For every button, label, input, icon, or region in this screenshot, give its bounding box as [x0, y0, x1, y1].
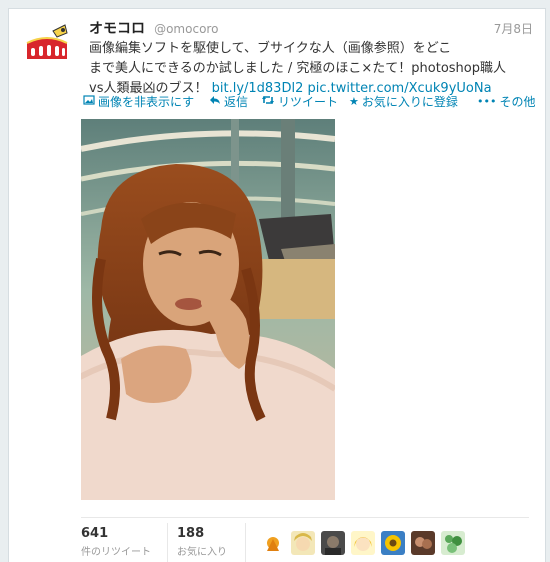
- hide-image-action[interactable]: 画像を非表示にす: [83, 94, 194, 110]
- favorite-label: お気に入りに登録: [361, 95, 458, 109]
- image-icon: [83, 94, 95, 111]
- retweet-count-label: 件のリツイート: [81, 547, 151, 558]
- stats-divider: [81, 517, 529, 518]
- photo-image: [81, 119, 335, 500]
- retweet-count: 641: [81, 526, 109, 541]
- favorite-count: 188: [177, 526, 205, 541]
- tweet-text: 画像編集ソフトを駆使して、ブサイクな人（画像参照）をどこ まで美人にできるのか試…: [89, 39, 534, 99]
- tweet-header: オモコロ @omocoro 7月8日: [89, 18, 533, 38]
- favoriter-avatar[interactable]: [261, 531, 285, 555]
- ellipsis-icon: •••: [477, 95, 497, 108]
- favoriter-avatar[interactable]: [321, 531, 345, 555]
- tweet-card: オモコロ @omocoro 7月8日 画像編集ソフトを駆使して、ブサイクな人（画…: [8, 8, 546, 562]
- tweet-text-line: まで美人にできるのか試しました / 究極のほこ×たて！photoshop職人: [89, 61, 506, 76]
- user-handle[interactable]: @omocoro: [154, 22, 218, 36]
- favoriter-avatar[interactable]: [411, 531, 435, 555]
- favorite-action[interactable]: ★ お気に入りに登録: [349, 94, 458, 110]
- display-name[interactable]: オモコロ: [89, 21, 145, 37]
- tweet-date[interactable]: 7月8日: [494, 20, 533, 37]
- reply-arrow-icon: [209, 94, 221, 111]
- retweet-action[interactable]: リツイート: [261, 94, 338, 110]
- retweet-icon: [261, 94, 275, 111]
- stat-separator: [245, 523, 246, 562]
- star-icon: ★: [349, 95, 359, 108]
- tweet-photo[interactable]: [81, 119, 335, 500]
- reply-action[interactable]: 返信: [209, 94, 248, 110]
- colosseum-logo-icon: [23, 21, 71, 69]
- favoriter-avatar[interactable]: [291, 531, 315, 555]
- retweet-stat[interactable]: 641 件のリツイート: [81, 526, 151, 558]
- favorite-stat[interactable]: 188 お気に入り: [177, 526, 227, 558]
- favoriter-avatar[interactable]: [381, 531, 405, 555]
- favorite-count-label: お気に入り: [177, 547, 227, 558]
- favoriter-avatar[interactable]: [441, 531, 465, 555]
- favoriter-avatar[interactable]: [351, 531, 375, 555]
- avatar[interactable]: [23, 21, 71, 69]
- more-label: その他: [499, 95, 536, 109]
- tweet-text-line: 画像編集ソフトを駆使して、ブサイクな人（画像参照）をどこ: [89, 41, 452, 56]
- more-action[interactable]: ••• その他: [477, 94, 535, 110]
- stat-separator: [167, 523, 168, 562]
- reply-label: 返信: [224, 95, 249, 109]
- hide-image-label: 画像を非表示にす: [98, 95, 195, 109]
- retweet-label: リツイート: [278, 95, 339, 109]
